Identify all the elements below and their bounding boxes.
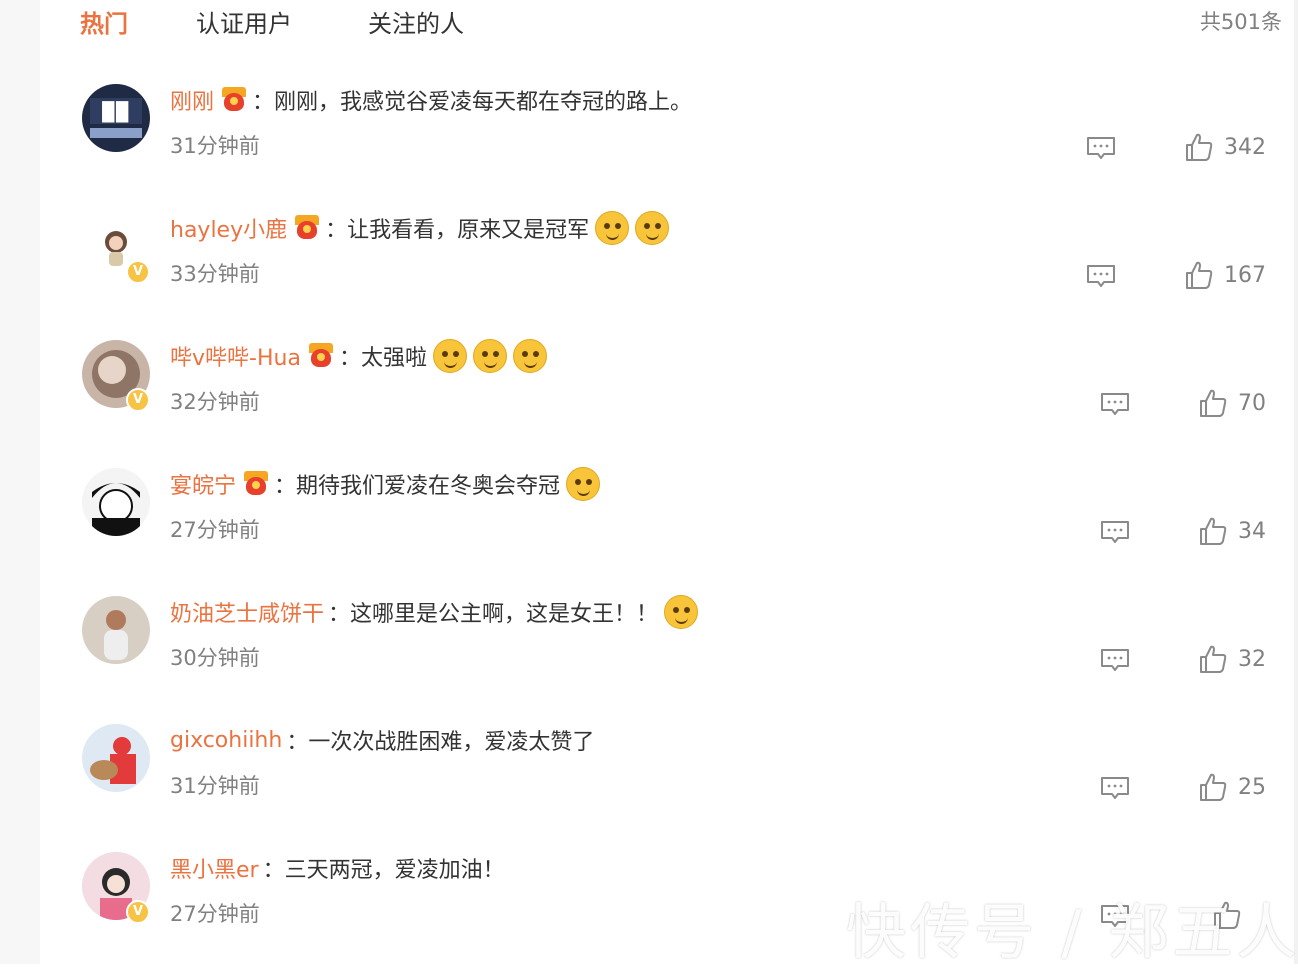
comment-text: 让我看看，原来又是冠军	[347, 218, 590, 243]
avatar[interactable]	[82, 596, 150, 664]
surprised-emoji-icon	[664, 595, 699, 629]
reply-comment-icon[interactable]	[1086, 136, 1116, 162]
fan-badge-icon	[242, 471, 270, 497]
comment-content-line: 奶油芝士咸饼干 ： 这哪里是公主啊，这是女王！！	[170, 595, 699, 629]
shocked-emoji-icon	[472, 339, 507, 373]
comment-total-count: 共501条	[1199, 10, 1282, 34]
comment-text: 这哪里是公主啊，这是女王！！	[350, 602, 659, 627]
comment-content-line: 宴皖宁 ： 期待我们爱凌在冬奥会夺冠	[170, 467, 601, 501]
comment-separator: ：	[328, 602, 351, 627]
avatar[interactable]	[82, 724, 150, 792]
reply-comment-icon[interactable]	[1086, 264, 1116, 290]
comment-item: gixcohiihh ： 一次次战胜困难，爱凌太赞了 31分钟前 25	[0, 724, 1298, 852]
thumbs-up-icon	[1184, 260, 1214, 290]
like-count: 32	[1238, 646, 1266, 672]
comment-separator: ：	[252, 90, 275, 115]
comment-text: 三天两冠，爱凌加油！	[284, 858, 505, 883]
shocked-emoji-icon	[512, 339, 547, 373]
comment-username[interactable]: 哔v哔哔-Hua	[170, 340, 301, 372]
comment-username[interactable]: 黑小黑er	[170, 852, 259, 884]
comment-separator: ：	[274, 474, 297, 499]
thumbs-up-icon	[1198, 772, 1228, 802]
comment-timestamp: 31分钟前	[170, 774, 260, 798]
comment-timestamp: 33分钟前	[170, 262, 260, 286]
thumbs-up-icon	[1198, 516, 1228, 546]
comment-text: 刚刚，我感觉谷爱凌每天都在夺冠的路上。	[274, 90, 693, 115]
verified-badge-icon: V	[126, 900, 150, 924]
tab-verified-users[interactable]: 认证用户	[196, 4, 292, 39]
comment-item: 宴皖宁 ： 期待我们爱凌在冬奥会夺冠 27分钟前 34	[0, 467, 1298, 596]
reply-comment-icon[interactable]	[1100, 520, 1130, 546]
like-count: 34	[1238, 518, 1266, 544]
comment-text: 期待我们爱凌在冬奥会夺冠	[296, 474, 561, 499]
comment-username[interactable]: 奶油芝士咸饼干	[170, 596, 324, 628]
comment-item: 奶油芝士咸饼干 ： 这哪里是公主啊，这是女王！！ 30分钟前 32	[0, 595, 1298, 724]
comment-filter-tabs: 热门 认证用户 关注的人 共501条	[0, 0, 1298, 44]
comment-username[interactable]: hayley小鹿	[170, 212, 287, 244]
comment-timestamp: 27分钟前	[170, 902, 260, 926]
comment-text: 太强啦	[360, 346, 427, 371]
like-count: 25	[1238, 774, 1266, 800]
fan-badge-icon	[293, 215, 321, 241]
fan-badge-icon	[307, 343, 335, 369]
comment-separator: ：	[262, 858, 285, 883]
comment-content-line: hayley小鹿 ： 让我看看，原来又是冠军	[170, 211, 670, 245]
watermark-text: 快传号 / 郑五人	[846, 898, 1298, 968]
like-button[interactable]: 70	[1198, 386, 1266, 420]
comment-separator: ：	[338, 346, 361, 371]
comment-content-line: 黑小黑er ： 三天两冠，爱凌加油！	[170, 852, 505, 884]
comment-username[interactable]: 刚刚	[170, 84, 214, 116]
comment-text: 一次次战胜困难，爱凌太赞了	[308, 730, 595, 755]
tab-following[interactable]: 关注的人	[368, 4, 464, 39]
comment-item: V 哔v哔哔-Hua ： 太强啦 32分钟前 70	[0, 339, 1298, 468]
shocked-emoji-icon	[432, 339, 467, 373]
reply-comment-icon[interactable]	[1100, 776, 1130, 802]
reply-comment-icon[interactable]	[1100, 392, 1130, 418]
like-count: 167	[1224, 262, 1266, 288]
verified-badge-icon: V	[126, 260, 150, 284]
thumbs-up-icon	[1198, 388, 1228, 418]
scream-emoji-icon	[566, 467, 601, 501]
smirk-emoji-icon	[595, 211, 630, 245]
like-count: 70	[1238, 390, 1266, 416]
comment-username[interactable]: gixcohiihh	[170, 728, 282, 753]
like-button[interactable]: 34	[1198, 514, 1266, 548]
comment-content-line: gixcohiihh ： 一次次战胜困难，爱凌太赞了	[170, 724, 594, 756]
like-button[interactable]: 167	[1184, 258, 1266, 292]
svg-text:▉▉: ▉▉	[101, 101, 130, 123]
comment-username[interactable]: 宴皖宁	[170, 468, 236, 500]
comment-separator: ：	[325, 218, 348, 243]
comment-content-line: 刚刚 ： 刚刚，我感觉谷爱凌每天都在夺冠的路上。	[170, 84, 692, 116]
like-button[interactable]: 342	[1184, 130, 1266, 164]
smirk-emoji-icon	[635, 211, 670, 245]
comment-timestamp: 30分钟前	[170, 646, 260, 670]
thumbs-up-icon	[1184, 132, 1214, 162]
comment-timestamp: 32分钟前	[170, 390, 260, 414]
thumbs-up-icon	[1198, 644, 1228, 674]
fan-badge-icon	[220, 87, 248, 113]
comment-content-line: 哔v哔哔-Hua ： 太强啦	[170, 339, 547, 373]
comment-timestamp: 31分钟前	[170, 134, 260, 158]
comment-timestamp: 27分钟前	[170, 518, 260, 542]
reply-comment-icon[interactable]	[1100, 648, 1130, 674]
comment-item: ▉▉ 刚刚 ： 刚刚，我感觉谷爱凌每天都在夺冠的路上。 31分钟前 342	[0, 84, 1298, 212]
like-count: 342	[1224, 134, 1266, 160]
like-button[interactable]: 25	[1198, 770, 1266, 804]
avatar[interactable]	[82, 468, 150, 536]
tab-hot[interactable]: 热门	[80, 4, 128, 39]
like-button[interactable]: 32	[1198, 642, 1266, 676]
verified-badge-icon: V	[126, 388, 150, 412]
comment-separator: ：	[286, 730, 309, 755]
avatar[interactable]: ▉▉	[82, 84, 150, 152]
comment-item: V hayley小鹿 ： 让我看看，原来又是冠军 33分钟前 167	[0, 211, 1298, 340]
